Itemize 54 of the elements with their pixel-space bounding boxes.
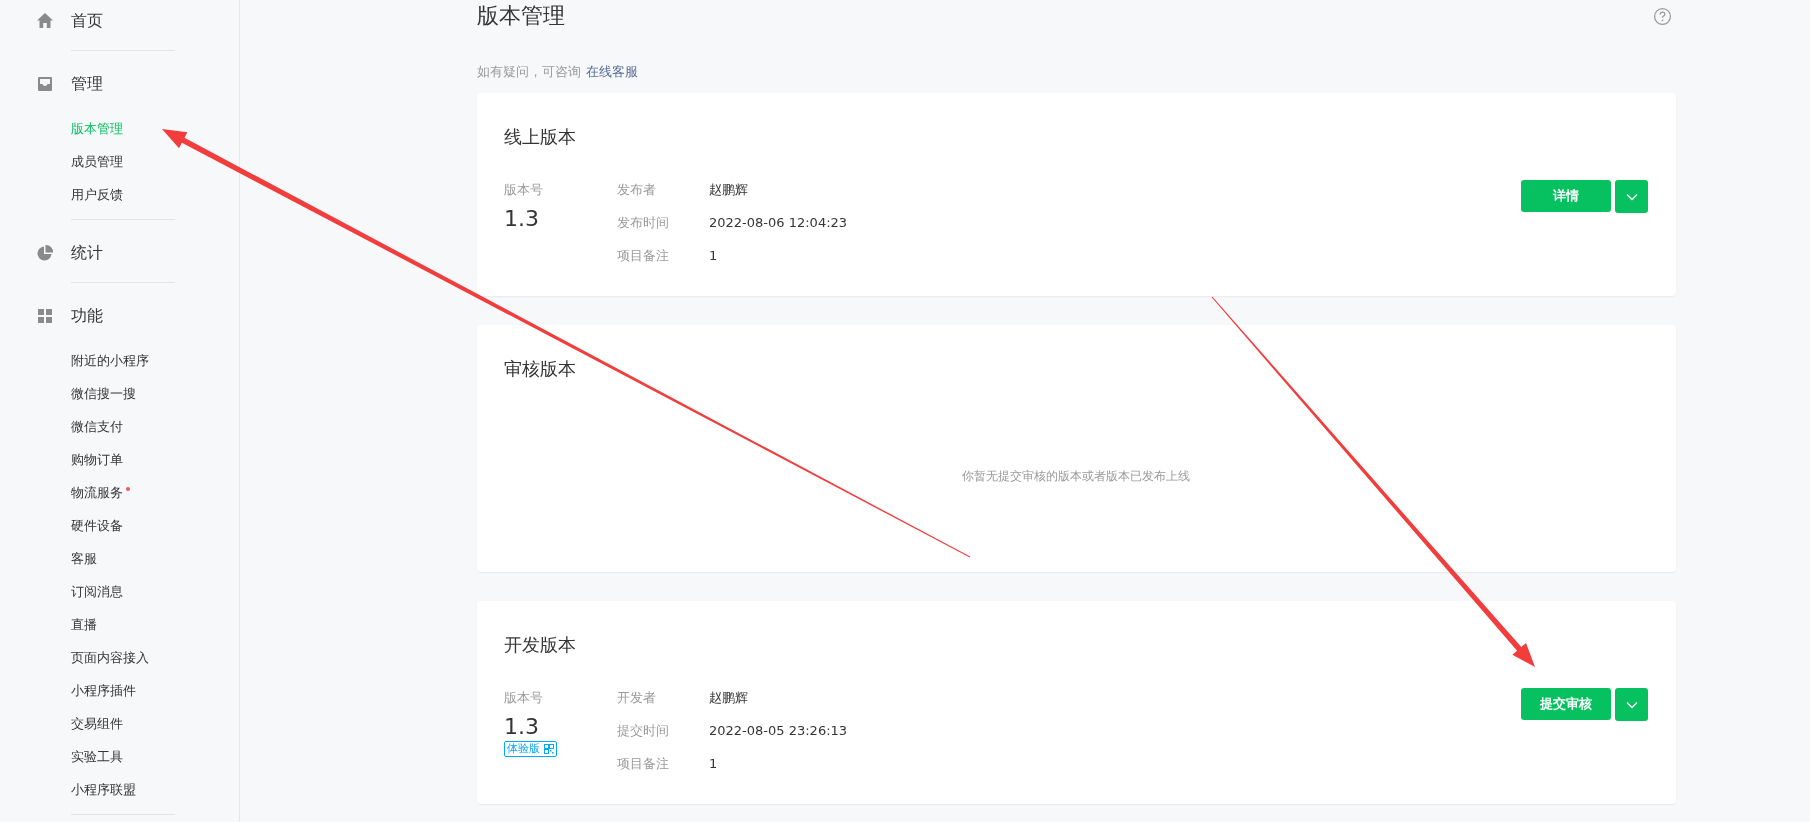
sidebar-item[interactable]: 硬件设备 [71,516,123,535]
card-title: 开发版本 [504,633,577,657]
field-value: 1 [709,756,718,771]
sidebar-item[interactable]: 交易组件 [71,714,123,733]
sidebar-item[interactable]: 物流服务 [71,483,123,502]
sidebar-item[interactable]: 微信搜一搜 [71,384,136,403]
field-label: 项目备注 [617,246,669,265]
grid-icon [36,307,54,325]
card-title: 线上版本 [504,125,577,149]
sidebar-item[interactable]: 客服 [71,549,97,568]
page-title: 版本管理 [477,2,565,30]
tray-icon [36,75,54,93]
sidebar-item[interactable]: 成员管理 [71,152,123,171]
sidebar-item[interactable]: 直播 [71,615,97,634]
sidebar-item[interactable]: 订阅消息 [71,582,123,601]
field-label: 版本号 [504,689,543,707]
menu-group-label[interactable]: 管理 [71,73,103,95]
pie-chart-icon [36,244,54,262]
home-icon [36,12,54,30]
hint-text: 如有疑问，可咨询 [477,63,581,81]
field-value: 2022-08-05 23:26:13 [709,723,848,738]
sidebar-item[interactable]: 购物订单 [71,450,123,469]
field-label: 项目备注 [617,754,669,773]
sidebar-item[interactable]: 页面内容接入 [71,648,149,667]
help-icon[interactable] [1653,6,1672,26]
support-link[interactable]: 在线客服 [586,63,638,81]
field-value: 2022-08-06 12:04:23 [709,215,848,230]
chevron-down-icon [1625,192,1638,201]
sidebar-item[interactable]: 附近的小程序 [71,351,149,370]
empty-message: 你暂无提交审核的版本或者版本已发布上线 [962,468,1190,485]
badge-label: 体验版 [507,742,540,756]
field-label: 发布时间 [617,213,669,232]
field-label: 发布者 [617,180,656,199]
sidebar-item[interactable]: 用户反馈 [71,185,123,204]
dropdown-button[interactable] [1615,180,1648,213]
field-label: 开发者 [617,688,656,707]
version-number: 1.3 [504,206,539,232]
qr-code-icon [544,744,554,754]
dropdown-button[interactable] [1615,688,1648,721]
menu-group-label[interactable]: 功能 [71,305,103,327]
version-number: 1.3 [504,714,539,740]
sidebar-item[interactable]: 实验工具 [71,747,123,766]
field-value: 赵鹏辉 [709,180,748,199]
menu-group-label[interactable]: 统计 [71,242,103,264]
field-label: 版本号 [504,181,543,199]
field-value: 赵鹏辉 [709,688,748,707]
field-value: 1 [709,248,718,263]
field-label: 提交时间 [617,721,669,740]
sidebar-item[interactable]: 小程序联盟 [71,780,136,799]
sidebar-item[interactable]: 微信支付 [71,417,123,436]
card-title: 审核版本 [504,357,577,381]
menu-group-label[interactable]: 首页 [71,10,103,32]
chevron-down-icon [1625,700,1638,709]
sidebar-item[interactable]: 小程序插件 [71,681,136,700]
